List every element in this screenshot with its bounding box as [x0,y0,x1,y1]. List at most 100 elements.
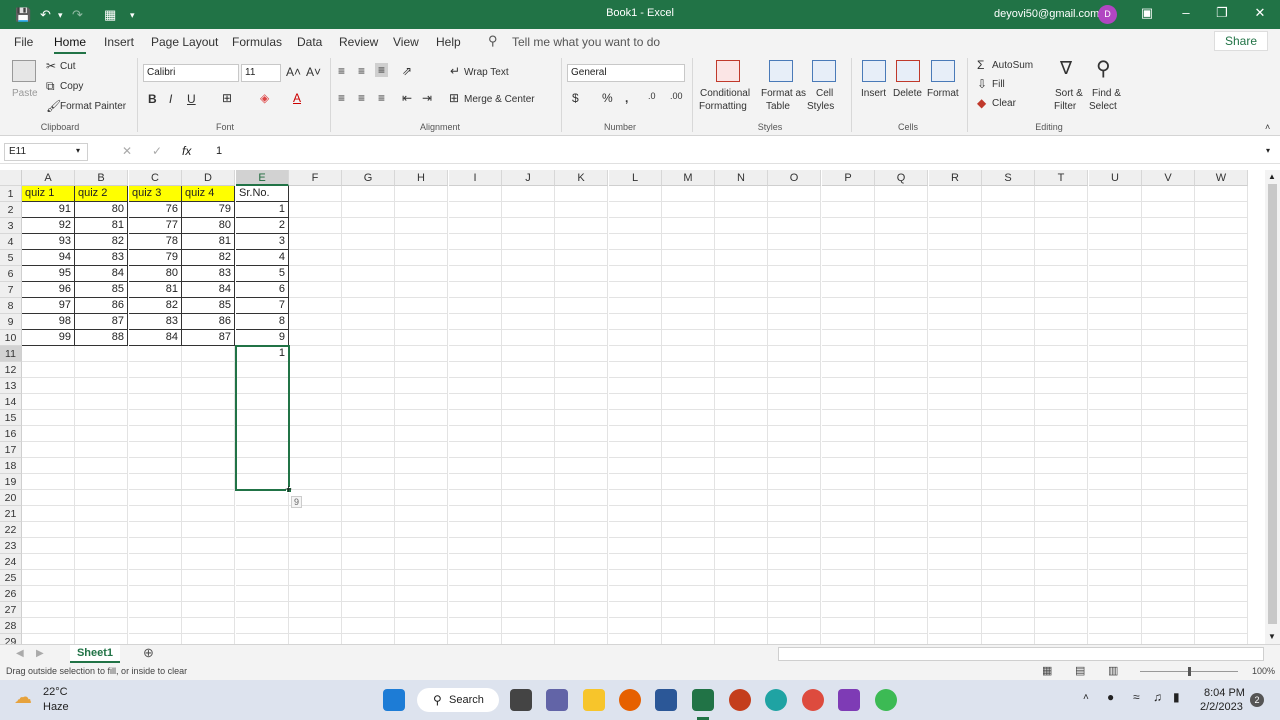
grid-cell[interactable] [1142,602,1195,618]
scissors-icon[interactable]: ✂ [46,59,56,73]
column-header-p[interactable]: P [822,170,875,186]
grid-cell[interactable] [555,266,608,282]
borders-icon[interactable]: ⊞ [222,91,232,105]
header-cell-b[interactable]: quiz 2 [75,186,128,202]
grid-cell[interactable] [609,410,662,426]
sort-filter-button[interactable]: Sort & [1055,88,1083,99]
grid-cell[interactable] [768,634,821,644]
grid-cell[interactable] [1142,394,1195,410]
data-cell[interactable]: 76 [129,202,182,218]
format-painter-button[interactable]: Format Painter [60,101,126,112]
grid-cell[interactable] [768,570,821,586]
grid-cell[interactable] [662,282,715,298]
grid-cell[interactable] [822,474,875,490]
paste-button[interactable]: Paste [12,88,38,99]
grid-cell[interactable] [502,586,555,602]
grid-cell[interactable] [929,426,982,442]
grid-cell[interactable] [662,298,715,314]
data-cell[interactable]: 81 [75,218,128,234]
grid-cell[interactable] [502,538,555,554]
grid-cell[interactable] [502,442,555,458]
insert-cells-icon[interactable] [862,60,886,82]
percent-icon[interactable]: % [602,91,613,105]
grid-cell[interactable] [609,474,662,490]
grid-cell[interactable] [875,218,928,234]
horizontal-scrollbar[interactable] [778,647,1264,661]
add-sheet-icon[interactable]: ⊕ [143,645,154,661]
grid-cell[interactable] [768,506,821,522]
number-format-select[interactable]: General [567,64,685,82]
grid-cell[interactable] [129,570,182,586]
grid-cell[interactable] [289,394,342,410]
grid-cell[interactable] [555,186,608,202]
grid-cell[interactable] [929,298,982,314]
grid-cell[interactable] [822,186,875,202]
grid-cell[interactable] [502,522,555,538]
grid-cell[interactable] [1089,554,1142,570]
grid-cell[interactable] [449,554,502,570]
grid-cell[interactable] [449,506,502,522]
enter-icon[interactable]: ✓ [152,144,162,158]
grid-cell[interactable] [1142,282,1195,298]
grid-cell[interactable] [1195,442,1248,458]
grid-cell[interactable] [182,586,235,602]
format-as-table-button[interactable]: Format as [761,88,806,99]
grid-cell[interactable] [182,362,235,378]
grid-cell[interactable] [1195,554,1248,570]
data-cell[interactable]: 80 [129,266,182,282]
grid-cell[interactable] [768,410,821,426]
grid-cell[interactable] [395,186,448,202]
grid-cell[interactable] [715,618,768,634]
grid-cell[interactable] [929,538,982,554]
grid-cell[interactable] [982,442,1035,458]
row-header-15[interactable]: 15 [0,410,22,426]
grid-cell[interactable] [1089,522,1142,538]
grid-cell[interactable] [715,410,768,426]
column-header-v[interactable]: V [1142,170,1195,186]
row-header-4[interactable]: 4 [0,234,22,250]
row-header-3[interactable]: 3 [0,218,22,234]
row-header-7[interactable]: 7 [0,282,22,298]
grid-cell[interactable] [555,426,608,442]
grid-cell[interactable] [395,634,448,644]
grid-cell[interactable] [1142,618,1195,634]
grid-cell[interactable] [449,426,502,442]
row-header-28[interactable]: 28 [0,618,22,634]
data-cell[interactable]: 80 [182,218,235,234]
grid-cell[interactable] [289,618,342,634]
comma-icon[interactable]: , [625,91,628,105]
grid-cell[interactable] [75,506,128,522]
grid-cell[interactable] [662,202,715,218]
grid-cell[interactable] [982,282,1035,298]
grid-cell[interactable] [875,522,928,538]
grid-cell[interactable] [822,538,875,554]
grid-cell[interactable] [502,250,555,266]
chrome-profile-icon[interactable] [875,689,897,711]
grid-cell[interactable] [22,362,75,378]
grid-cell[interactable] [768,442,821,458]
tab-page-layout[interactable]: Page Layout [151,35,218,49]
grid-cell[interactable] [129,538,182,554]
grid-cell[interactable] [289,522,342,538]
grid-cell[interactable] [555,602,608,618]
grid-cell[interactable] [1035,602,1088,618]
grid-cell[interactable] [75,346,128,362]
grid-cell[interactable] [342,346,395,362]
grid-cell[interactable] [715,634,768,644]
grid-cell[interactable] [1035,570,1088,586]
row-header-16[interactable]: 16 [0,426,22,442]
grid-cell[interactable] [289,378,342,394]
grid-cell[interactable] [1142,570,1195,586]
column-header-e[interactable]: E [236,170,289,186]
row-header-19[interactable]: 19 [0,474,22,490]
grid-cell[interactable] [1035,394,1088,410]
grid-cell[interactable] [342,618,395,634]
grid-cell[interactable] [555,330,608,346]
eraser-icon[interactable]: ◆ [977,96,986,110]
row-header-12[interactable]: 12 [0,362,22,378]
grid-cell[interactable] [129,506,182,522]
grid-cell[interactable] [1142,378,1195,394]
grid-cell[interactable] [182,522,235,538]
grid-cell[interactable] [1142,346,1195,362]
tab-home[interactable]: Home [54,35,87,55]
